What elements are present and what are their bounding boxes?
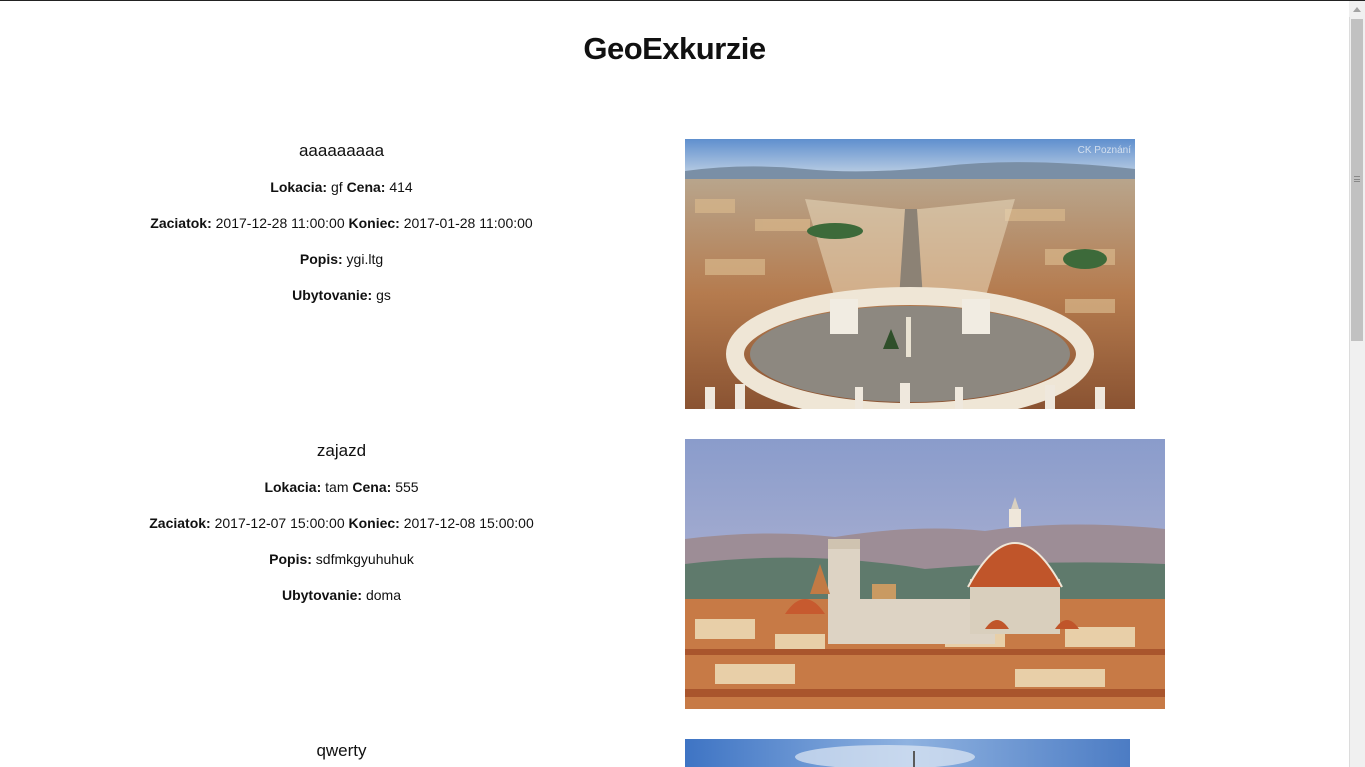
florence-cathedral-photo bbox=[685, 439, 1165, 709]
trip-card: aaaaaaaaa Lokacia: gf Cena: 414 Zaciatok… bbox=[0, 139, 1349, 409]
price-label: Cena: bbox=[346, 179, 386, 195]
accommodation-label: Ubytovanie: bbox=[292, 287, 373, 303]
vatican-st-peters-square-photo: CK Poznání bbox=[685, 139, 1135, 409]
city-sky-photo bbox=[685, 739, 1130, 767]
scroll-up-button[interactable] bbox=[1349, 1, 1365, 17]
location-price-line: Lokacia: tam Cena: 555 bbox=[0, 478, 683, 496]
end-label: Koniec: bbox=[348, 515, 400, 531]
end-label: Koniec: bbox=[348, 215, 400, 231]
description-label: Popis: bbox=[269, 551, 312, 567]
description-value: sdfmkgyuhuhuk bbox=[315, 551, 414, 567]
start-label: Zaciatok: bbox=[150, 215, 212, 231]
price-value: 414 bbox=[389, 179, 413, 195]
location-label: Lokacia: bbox=[270, 179, 328, 195]
trip-card: zajazd Lokacia: tam Cena: 555 Zaciatok: … bbox=[0, 439, 1349, 709]
end-value: 2017-12-08 15:00:00 bbox=[403, 515, 534, 531]
accommodation-line: Ubytovanie: doma bbox=[0, 586, 683, 604]
location-value: tam bbox=[325, 479, 349, 495]
trip-card: qwerty bbox=[0, 739, 1349, 767]
dates-line: Zaciatok: 2017-12-28 11:00:00 Koniec: 20… bbox=[0, 214, 683, 232]
accommodation-line: Ubytovanie: gs bbox=[0, 286, 683, 304]
description-line: Popis: ygi.ltg bbox=[0, 250, 683, 268]
description-line: Popis: sdfmkgyuhuhuk bbox=[0, 550, 683, 568]
trip-name: aaaaaaaaa bbox=[298, 141, 385, 160]
location-price-line: Lokacia: gf Cena: 414 bbox=[0, 178, 683, 196]
description-label: Popis: bbox=[299, 251, 343, 267]
location-value: gf bbox=[330, 179, 343, 195]
start-value: 2017-12-28 11:00:00 bbox=[215, 215, 345, 231]
trip-name: zajazd bbox=[316, 441, 367, 460]
trip-name: qwerty bbox=[316, 741, 367, 760]
trip-info: aaaaaaaaa Lokacia: gf Cena: 414 Zaciatok… bbox=[0, 139, 683, 304]
window-top-border bbox=[0, 0, 1365, 1]
price-value: 555 bbox=[395, 479, 419, 495]
page-title: GeoExkurzie bbox=[583, 30, 766, 66]
description-value: ygi.ltg bbox=[346, 251, 384, 267]
photo-watermark: CK Poznání bbox=[1078, 145, 1132, 156]
trip-info: qwerty bbox=[0, 739, 683, 763]
accommodation-label: Ubytovanie: bbox=[281, 587, 363, 603]
scrollbar-thumb[interactable] bbox=[1351, 19, 1363, 341]
start-value: 2017-12-07 15:00:00 bbox=[214, 515, 345, 531]
grip-icon bbox=[1354, 176, 1360, 182]
location-label: Lokacia: bbox=[264, 479, 322, 495]
price-label: Cena: bbox=[352, 479, 392, 495]
accommodation-value: gs bbox=[376, 287, 391, 303]
end-value: 2017-01-28 11:00:00 bbox=[403, 215, 533, 231]
accommodation-value: doma bbox=[365, 587, 402, 603]
dates-line: Zaciatok: 2017-12-07 15:00:00 Koniec: 20… bbox=[0, 514, 683, 532]
trip-info: zajazd Lokacia: tam Cena: 555 Zaciatok: … bbox=[0, 439, 683, 604]
start-label: Zaciatok: bbox=[149, 515, 211, 531]
